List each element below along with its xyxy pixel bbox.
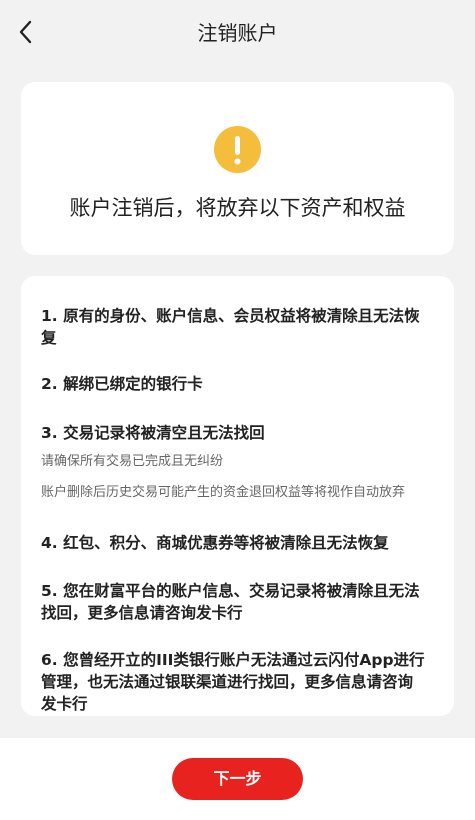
page-title: 注销账户 <box>197 21 278 45</box>
exclamation-circle-icon <box>214 126 261 173</box>
warning-card: 账户注销后，将放弃以下资产和权益 <box>21 82 454 255</box>
list-item-6-line2: 管理，也无法通过银联渠道进行找回，更多信息请咨询 <box>41 673 414 691</box>
list-item-4: 4. 红包、积分、商城优惠券等将被清除且无法恢复 <box>41 534 389 552</box>
warning-text: 账户注销后，将放弃以下资产和权益 <box>69 196 406 220</box>
list-item-6-line3: 发卡行 <box>41 695 88 713</box>
header-bar: 注销账户 <box>0 0 475 66</box>
list-item-3: 3. 交易记录将被清空且无法找回 <box>41 424 265 442</box>
list-item-1-line2: 复 <box>41 329 57 347</box>
list-item-5-line2: 找回，更多信息请咨询发卡行 <box>41 604 243 622</box>
list-item-1: 1. 原有的身份、账户信息、会员权益将被清除且无法恢 复 <box>41 305 436 349</box>
list-item-3-note-1: 请确保所有交易已完成且无纠纷 <box>41 454 224 469</box>
footer-bar: 下一步 <box>0 738 475 820</box>
next-step-button[interactable]: 下一步 <box>172 758 303 800</box>
list-item-5: 5. 您在财富平台的账户信息、交易记录将被清除且无法 找回，更多信息请咨询发卡行 <box>41 580 436 624</box>
consequence-list: 1. 原有的身份、账户信息、会员权益将被清除且无法恢 复 2. 解绑已绑定的银行… <box>21 276 454 716</box>
list-item-1-line1: 1. 原有的身份、账户信息、会员权益将被清除且无法恢 <box>41 307 420 325</box>
list-item-3-note-2: 账户删除后历史交易可能产生的资金退回权益等将视作自动放弃 <box>41 485 406 500</box>
list-item-6: 6. 您曾经开立的III类银行账户无法通过云闪付App进行 管理，也无法通过银联… <box>41 649 436 715</box>
list-item-6-line1: 6. 您曾经开立的III类银行账户无法通过云闪付App进行 <box>41 651 425 669</box>
list-item-2: 2. 解绑已绑定的银行卡 <box>41 375 203 393</box>
list-item-5-line1: 5. 您在财富平台的账户信息、交易记录将被清除且无法 <box>41 582 420 600</box>
